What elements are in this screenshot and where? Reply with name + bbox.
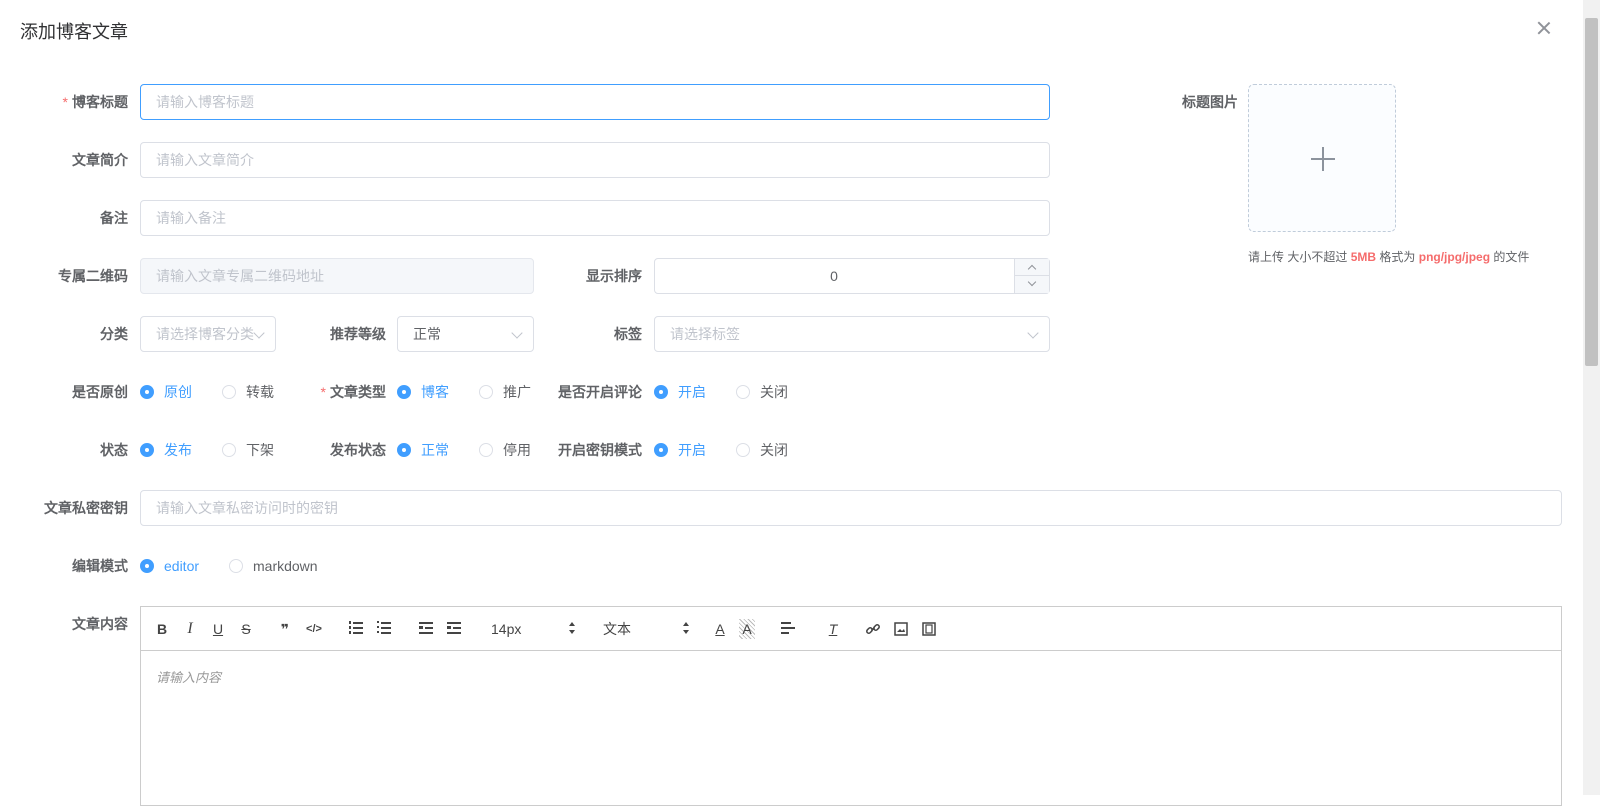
radio-markdown[interactable]: markdown xyxy=(229,556,329,576)
image-upload[interactable] xyxy=(1248,84,1396,232)
radio-comment-on[interactable]: 开启 xyxy=(654,382,714,402)
qrcode-input[interactable] xyxy=(140,258,534,294)
close-icon[interactable] xyxy=(1536,20,1552,36)
font-color-button[interactable]: A xyxy=(713,619,727,639)
sort-label: 显示排序 xyxy=(586,268,642,284)
chevron-down-icon xyxy=(1027,277,1037,287)
summary-input[interactable] xyxy=(140,142,1050,178)
required-mark: * xyxy=(62,94,68,110)
chevron-up-icon xyxy=(1027,264,1037,274)
header-select[interactable]: 文本 xyxy=(603,619,689,639)
vertical-scrollbar[interactable] xyxy=(1583,0,1600,795)
radio-comment-off[interactable]: 关闭 xyxy=(736,382,796,402)
secret-key-label: 文章私密密钥 xyxy=(44,500,128,516)
editor-toolbar: B I U S ❞ </> 14px 文本 A A T xyxy=(141,607,1561,651)
qrcode-label: 专属二维码 xyxy=(58,268,128,284)
title-label: * 博客标题 xyxy=(62,94,128,110)
chevron-down-icon xyxy=(1027,327,1039,339)
underline-button[interactable]: U xyxy=(211,619,225,639)
level-label: 推荐等级 xyxy=(330,326,386,342)
editor-placeholder: 请输入内容 xyxy=(156,670,222,685)
scrollbar-thumb[interactable] xyxy=(1585,18,1598,366)
link-icon[interactable] xyxy=(865,619,881,639)
radio-disabled[interactable]: 停用 xyxy=(479,440,539,460)
select-arrows-icon xyxy=(569,622,575,636)
radio-original[interactable]: 原创 xyxy=(140,382,200,402)
status-label: 状态 xyxy=(100,442,128,458)
indent-icon[interactable] xyxy=(447,621,461,635)
content-label: 文章内容 xyxy=(72,616,128,632)
radio-reprint[interactable]: 转载 xyxy=(222,382,282,402)
edit-mode-label: 编辑模式 xyxy=(72,558,128,574)
radio-editor[interactable]: editor xyxy=(140,556,210,576)
remark-input[interactable] xyxy=(140,200,1050,236)
code-button[interactable]: </> xyxy=(303,619,325,639)
category-label: 分类 xyxy=(100,326,128,342)
secret-key-input[interactable] xyxy=(140,490,1562,526)
sort-number-input[interactable]: 0 xyxy=(654,258,1050,294)
secret-mode-label: 开启密钥模式 xyxy=(558,442,642,458)
sort-value: 0 xyxy=(830,268,838,284)
clean-format-button[interactable]: T xyxy=(825,619,841,639)
video-icon[interactable] xyxy=(921,619,937,639)
original-label: 是否原创 xyxy=(72,384,128,400)
select-arrows-icon xyxy=(683,622,689,636)
upload-tip: 请上传 大小不超过 5MB 格式为 png/jpg/jpeg 的文件 xyxy=(1248,250,1530,264)
comment-label: 是否开启评论 xyxy=(558,384,642,400)
remark-label: 备注 xyxy=(100,210,128,226)
image-icon[interactable] xyxy=(893,619,909,639)
chevron-down-icon xyxy=(253,327,265,339)
tags-select[interactable]: 请选择标签 xyxy=(654,316,1050,352)
increase-button[interactable] xyxy=(1015,259,1050,276)
upload-label: 标题图片 xyxy=(1182,94,1238,110)
plus-icon xyxy=(1311,147,1335,171)
radio-offshelf[interactable]: 下架 xyxy=(222,440,282,460)
tags-label: 标签 xyxy=(614,326,642,342)
publish-status-label: 发布状态 xyxy=(330,442,386,458)
summary-label: 文章简介 xyxy=(72,152,128,168)
radio-secret-off[interactable]: 关闭 xyxy=(736,440,796,460)
ordered-list-icon[interactable] xyxy=(349,621,363,635)
radio-publish[interactable]: 发布 xyxy=(140,440,200,460)
font-size-select[interactable]: 14px xyxy=(491,619,575,639)
bold-button[interactable]: B xyxy=(155,619,169,639)
radio-promotion[interactable]: 推广 xyxy=(479,382,539,402)
level-select[interactable]: 正常 xyxy=(397,316,534,352)
radio-secret-on[interactable]: 开启 xyxy=(654,440,714,460)
category-select[interactable]: 请选择博客分类 xyxy=(140,316,276,352)
rich-text-editor[interactable]: B I U S ❞ </> 14px 文本 A A T 请输入内容 xyxy=(140,606,1562,806)
dialog-title: 添加博客文章 xyxy=(20,22,128,42)
radio-blog[interactable]: 博客 xyxy=(397,382,457,402)
italic-button[interactable]: I xyxy=(183,619,197,639)
decrease-button[interactable] xyxy=(1015,276,1050,293)
title-input[interactable] xyxy=(140,84,1050,120)
strike-button[interactable]: S xyxy=(239,619,253,639)
outdent-icon[interactable] xyxy=(419,621,433,635)
sort-stepper xyxy=(1014,259,1050,293)
quote-button[interactable]: ❞ xyxy=(277,619,293,639)
bullet-list-icon[interactable] xyxy=(377,621,391,635)
type-label: * 文章类型 xyxy=(320,384,386,400)
align-icon[interactable] xyxy=(781,621,795,635)
background-color-button[interactable]: A xyxy=(739,619,755,639)
radio-normal[interactable]: 正常 xyxy=(397,440,457,460)
chevron-down-icon xyxy=(511,327,523,339)
